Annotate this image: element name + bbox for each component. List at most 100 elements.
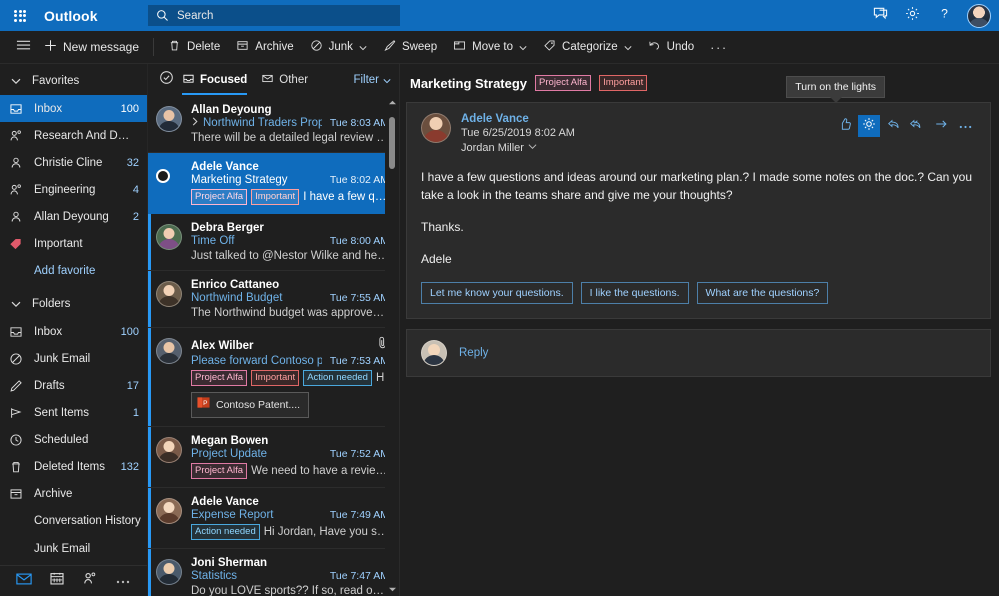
mail-icon bbox=[16, 572, 32, 591]
sidebar-folder-label: Drafts bbox=[34, 380, 121, 392]
nav-more-button[interactable] bbox=[110, 570, 136, 592]
like-button[interactable] bbox=[834, 115, 856, 137]
sidebar-folder-inbox[interactable]: Inbox 100 bbox=[0, 318, 147, 345]
settings-button[interactable] bbox=[897, 0, 927, 31]
scrollbar-rail[interactable] bbox=[385, 109, 399, 583]
sidebar-subfolder-junk-email[interactable]: Junk Email bbox=[0, 535, 147, 563]
reply-button[interactable] bbox=[882, 115, 904, 137]
list-item[interactable]: Debra Berger Time Off Tue 8:00 AM Just t… bbox=[148, 214, 399, 271]
add-favorite-link[interactable]: Add favorite bbox=[0, 257, 147, 284]
sidebar-item-engineering[interactable]: Engineering 4 bbox=[0, 176, 147, 203]
categorize-button[interactable]: Categorize bbox=[535, 34, 640, 60]
sidebar-item-important[interactable]: Important bbox=[0, 230, 147, 257]
list-item[interactable]: Alex Wilber Please forward Contoso pat..… bbox=[148, 328, 399, 427]
thread-expand-icon[interactable] bbox=[191, 117, 199, 129]
message-list-scrollbar[interactable] bbox=[385, 96, 399, 596]
avatar-wrap bbox=[156, 557, 182, 596]
filter-button[interactable]: Filter bbox=[353, 74, 391, 86]
received-time: Tue 7:55 AM bbox=[330, 292, 389, 304]
tab-other[interactable]: Other bbox=[261, 64, 308, 96]
turn-on-the-lights-button[interactable] bbox=[858, 115, 880, 137]
account-avatar[interactable] bbox=[967, 4, 991, 28]
sidebar-item-research-and-development[interactable]: Research And Deve... bbox=[0, 122, 147, 149]
sidebar-item-allan-deyoung[interactable]: Allan Deyoung 2 bbox=[0, 203, 147, 230]
feedback-button[interactable] bbox=[865, 0, 895, 31]
list-item[interactable]: Adele Vance Marketing Strategy Tue 8:02 … bbox=[148, 153, 399, 214]
chevron-down-icon bbox=[519, 43, 527, 51]
nav-people-button[interactable] bbox=[77, 570, 103, 592]
scrollbar-thumb[interactable] bbox=[389, 117, 395, 169]
avatar-wrap bbox=[156, 496, 182, 540]
junk-button[interactable]: Junk bbox=[302, 34, 375, 60]
suggested-reply-button[interactable]: I like the questions. bbox=[581, 282, 689, 304]
list-item[interactable]: Adele Vance Expense Report Tue 7:49 AM A… bbox=[148, 488, 399, 549]
avatar-wrap bbox=[156, 336, 182, 418]
new-message-button[interactable]: New message bbox=[40, 34, 147, 60]
sidebar-item-inbox-favorite[interactable]: Inbox 100 bbox=[0, 95, 147, 122]
reply-box[interactable]: Reply bbox=[406, 329, 991, 377]
sidebar-folder-deleted-items[interactable]: Deleted Items 132 bbox=[0, 453, 147, 480]
navigation-toggle-button[interactable] bbox=[6, 31, 40, 64]
nav-mail-button[interactable] bbox=[11, 570, 37, 592]
message-list-scroll[interactable]: Allan Deyoung Northwind Traders Proposal… bbox=[148, 96, 399, 596]
sidebar-bottom-nav bbox=[0, 565, 147, 596]
sweep-button[interactable]: Sweep bbox=[375, 34, 445, 60]
subject-line: Northwind Traders Proposal bbox=[191, 117, 322, 129]
message-actions bbox=[834, 113, 976, 137]
more-commands-button[interactable]: ··· bbox=[702, 34, 736, 60]
select-all-button[interactable] bbox=[156, 70, 176, 90]
sidebar-folder-drafts[interactable]: Drafts 17 bbox=[0, 372, 147, 399]
recipients[interactable]: Jordan Miller bbox=[461, 142, 834, 154]
selection-indicator[interactable] bbox=[156, 169, 170, 183]
list-item[interactable]: Joni Sherman Statistics Tue 7:47 AM Do y… bbox=[148, 549, 399, 596]
search-box[interactable]: Search bbox=[148, 5, 400, 26]
app-launcher-button[interactable] bbox=[0, 0, 40, 31]
suggested-reply-button[interactable]: Let me know your questions. bbox=[421, 282, 573, 304]
sidebar-folder-archive[interactable]: Archive bbox=[0, 480, 147, 507]
search-icon bbox=[156, 9, 169, 22]
scroll-up-button[interactable] bbox=[388, 96, 397, 109]
current-user-avatar bbox=[421, 340, 447, 366]
delete-button[interactable]: Delete bbox=[160, 34, 228, 60]
sidebar-subfolder-conversation-history[interactable]: Conversation History bbox=[0, 507, 147, 535]
attachment-chip[interactable]: P Contoso Patent.... bbox=[191, 392, 309, 418]
subject-line: Statistics bbox=[191, 570, 322, 582]
more-actions-button[interactable] bbox=[954, 115, 976, 137]
sidebar-folder-junk-email[interactable]: Junk Email bbox=[0, 345, 147, 372]
archive-icon bbox=[236, 39, 249, 55]
tab-focused[interactable]: Focused bbox=[182, 64, 247, 96]
archive-button[interactable]: Archive bbox=[228, 34, 301, 60]
avatar bbox=[156, 338, 182, 364]
sidebar-item-label: Important bbox=[34, 238, 133, 250]
list-item[interactable]: Enrico Cattaneo Northwind Budget Tue 7:5… bbox=[148, 271, 399, 328]
list-item-row-sender: Allan Deyoung bbox=[191, 104, 389, 116]
avatar-wrap bbox=[156, 104, 182, 144]
forward-button[interactable] bbox=[930, 115, 952, 137]
category-tag: Action needed bbox=[191, 524, 260, 540]
sidebar-item-christie-cline[interactable]: Christie Cline 32 bbox=[0, 149, 147, 176]
list-item-row-sender: Adele Vance bbox=[191, 496, 389, 508]
sidebar-folder-sent-items[interactable]: Sent Items 1 bbox=[0, 399, 147, 426]
list-item[interactable]: Megan Bowen Project Update Tue 7:52 AM P… bbox=[148, 427, 399, 488]
scroll-down-button[interactable] bbox=[388, 583, 397, 596]
favorites-group-header[interactable]: Favorites bbox=[0, 67, 147, 95]
folders-group-header[interactable]: Folders bbox=[0, 290, 147, 318]
list-item-row-preview: The Northwind budget was approved at tod… bbox=[191, 307, 389, 319]
avatar-wrap bbox=[156, 161, 182, 205]
sidebar-folder-label: Inbox bbox=[34, 326, 115, 338]
sidebar-folder-scheduled[interactable]: Scheduled bbox=[0, 426, 147, 453]
nav-calendar-button[interactable] bbox=[44, 570, 70, 592]
move-to-button[interactable]: Move to bbox=[445, 34, 535, 60]
list-item-row-subject: Expense Report Tue 7:49 AM bbox=[191, 509, 389, 521]
message-list-header: Focused Other Filter bbox=[148, 64, 399, 96]
filter-label: Filter bbox=[353, 74, 379, 86]
sender-avatar[interactable] bbox=[421, 113, 451, 143]
categorize-label: Categorize bbox=[562, 41, 618, 53]
reply-all-button[interactable] bbox=[906, 115, 928, 137]
list-item[interactable]: Allan Deyoung Northwind Traders Proposal… bbox=[148, 96, 399, 153]
help-button[interactable]: ? bbox=[929, 0, 959, 31]
list-item-row-sender: Enrico Cattaneo bbox=[191, 279, 389, 291]
suggested-reply-button[interactable]: What are the questions? bbox=[697, 282, 829, 304]
sender-name[interactable]: Adele Vance bbox=[461, 113, 834, 125]
undo-button[interactable]: Undo bbox=[640, 34, 703, 60]
